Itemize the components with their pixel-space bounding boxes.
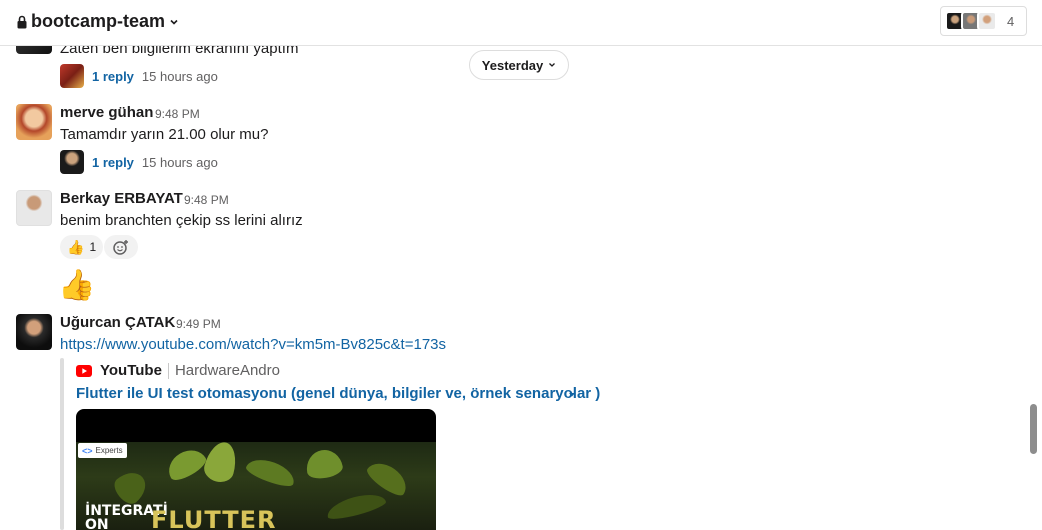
lock-icon bbox=[17, 15, 27, 28]
add-emoji-icon bbox=[113, 240, 128, 255]
add-reaction-button[interactable] bbox=[104, 235, 138, 259]
caret-down-icon[interactable] bbox=[567, 391, 577, 399]
message-time[interactable]: 9:49 PM bbox=[176, 317, 221, 331]
channel-name: bootcamp-team bbox=[31, 11, 166, 31]
thread-replies[interactable]: 1 reply 15 hours ago bbox=[60, 150, 218, 174]
member-count: 4 bbox=[1007, 13, 1015, 29]
message-text: benim branchten çekip ss lerini alırız bbox=[60, 212, 303, 229]
chevron-down-icon bbox=[170, 19, 178, 25]
thread-avatar bbox=[60, 64, 84, 88]
channel-name-button[interactable]: bootcamp-team bbox=[17, 11, 179, 32]
thumbs-up-icon: 👍 bbox=[67, 238, 85, 255]
message-time[interactable]: 9:48 PM bbox=[184, 193, 229, 207]
reaction-thumbs-up[interactable]: 👍 1 bbox=[60, 235, 104, 259]
service-name: YouTube bbox=[100, 362, 162, 379]
chevron-down-icon bbox=[549, 63, 556, 67]
youtube-icon bbox=[76, 364, 92, 377]
date-label: Yesterday bbox=[481, 57, 544, 73]
thumbs-up-emoji-message: 👍 bbox=[58, 269, 96, 302]
avatar[interactable] bbox=[16, 104, 52, 140]
unfurl-divider bbox=[60, 358, 64, 530]
message-time[interactable]: 9:48 PM bbox=[155, 107, 200, 121]
thread-avatar bbox=[60, 150, 84, 174]
reaction-count: 1 bbox=[89, 240, 97, 254]
thumbnail-title: FLUTTER bbox=[151, 506, 277, 530]
avatar[interactable] bbox=[16, 190, 52, 226]
thread-replies[interactable]: 1 reply 15 hours ago bbox=[60, 64, 218, 88]
last-reply-time: 15 hours ago bbox=[141, 68, 218, 84]
reply-count-link[interactable]: 1 reply bbox=[92, 155, 134, 170]
channel-header: bootcamp-team 4 bbox=[0, 0, 1042, 46]
unfurl-source: YouTube HardwareAndro bbox=[76, 362, 280, 379]
video-title-link[interactable]: Flutter ile UI test otomasyonu (genel dü… bbox=[76, 385, 600, 402]
video-author[interactable]: HardwareAndro bbox=[175, 362, 280, 379]
member-avatar bbox=[977, 11, 997, 31]
sender-name[interactable]: merve gühan bbox=[60, 104, 153, 121]
message-text: Tamamdır yarın 21.00 olur mu? bbox=[60, 126, 269, 143]
members-button[interactable]: 4 bbox=[940, 6, 1027, 36]
divider bbox=[167, 362, 169, 379]
sender-name[interactable]: Uğurcan ÇATAK bbox=[60, 314, 175, 331]
reply-count-link[interactable]: 1 reply bbox=[92, 69, 134, 84]
sender-name[interactable]: Berkay ERBAYAT bbox=[60, 190, 183, 207]
scrollbar-thumb[interactable] bbox=[1030, 404, 1037, 454]
thumbnail-caption: İNTEGRATİ ON bbox=[85, 503, 168, 530]
experts-badge: <> Experts bbox=[78, 443, 127, 458]
google-dev-icon: <> bbox=[82, 445, 93, 456]
date-divider-button[interactable]: Yesterday bbox=[469, 50, 569, 80]
video-thumbnail[interactable]: <> Experts İNTEGRATİ ON FLUTTER bbox=[76, 409, 436, 530]
last-reply-time: 15 hours ago bbox=[141, 154, 218, 170]
youtube-link[interactable]: https://www.youtube.com/watch?v=km5m-Bv8… bbox=[60, 336, 446, 353]
avatar[interactable] bbox=[16, 314, 52, 350]
